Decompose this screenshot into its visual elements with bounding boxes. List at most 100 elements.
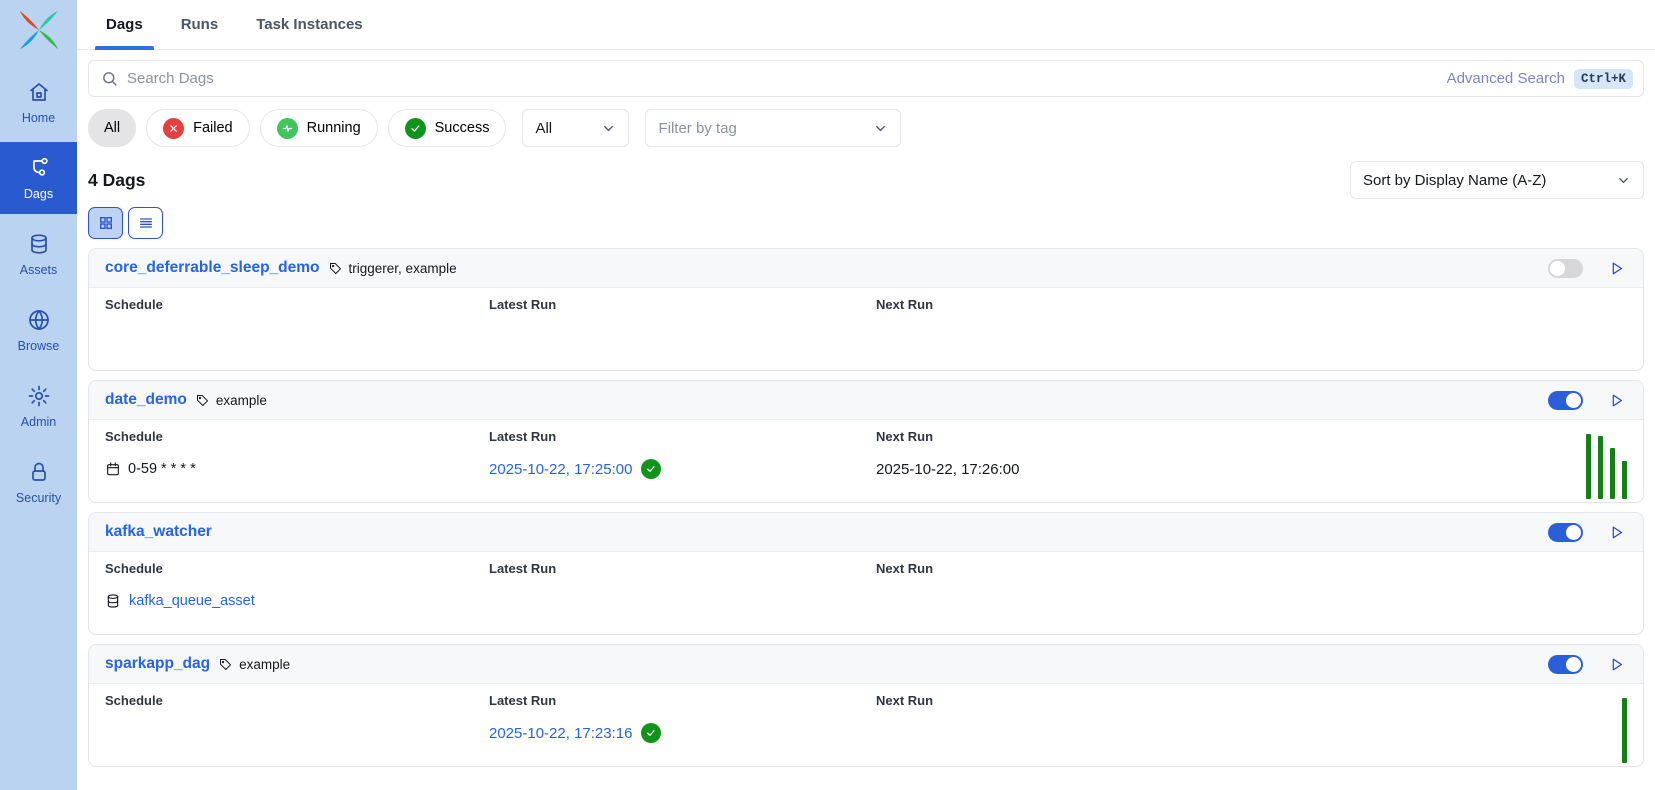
trigger-dag-button[interactable] [1605, 521, 1627, 543]
filter-pill-all[interactable]: All [88, 109, 136, 147]
toggle-knob [1566, 525, 1581, 540]
trigger-dag-button[interactable] [1605, 257, 1627, 279]
schedule-value: 0-59 * * * * [105, 458, 489, 480]
dags-icon [27, 156, 51, 180]
tab-task-instances[interactable]: Task Instances [245, 0, 373, 50]
next-run-column-header: Next Run [876, 429, 1627, 444]
schedule-column-header: Schedule [105, 429, 489, 444]
run-bar[interactable] [1598, 436, 1603, 499]
sort-select-value: Sort by Display Name (A-Z) [1363, 172, 1546, 189]
schedule-column-header: Schedule [105, 561, 489, 576]
schedule-column-header: Schedule [105, 693, 489, 708]
next-run-value [876, 326, 1627, 348]
hotkey-badge: Ctrl+K [1574, 69, 1633, 89]
dag-name-link[interactable]: sparkapp_dag [105, 655, 210, 673]
trigger-dag-button[interactable] [1605, 389, 1627, 411]
dag-pause-toggle[interactable] [1548, 259, 1583, 278]
table-view-button[interactable] [128, 207, 163, 239]
latest-run-value [489, 326, 876, 348]
sort-select[interactable]: Sort by Display Name (A-Z) [1350, 161, 1644, 199]
tab-runs[interactable]: Runs [170, 0, 230, 50]
calendar-icon [105, 461, 121, 477]
trigger-dag-button[interactable] [1605, 653, 1627, 675]
search-bar: Advanced Search Ctrl+K [88, 60, 1644, 97]
run-bar[interactable] [1622, 461, 1627, 499]
tag-icon [328, 261, 343, 276]
success-status-icon [405, 118, 426, 139]
run-bar[interactable] [1586, 434, 1591, 499]
sidebar-item-browse[interactable]: Browse [0, 294, 77, 366]
advanced-search-link[interactable]: Advanced Search [1447, 70, 1565, 87]
state-pills: All Failed Running Success [88, 109, 506, 147]
card-view-button[interactable] [88, 207, 123, 239]
schedule-asset-link[interactable]: kafka_queue_asset [129, 593, 255, 609]
dag-card: kafka_watcherScheduleLatest RunNext Runk… [88, 512, 1644, 635]
schedule-cron: 0-59 * * * * [128, 461, 196, 477]
tag-filter-select[interactable]: Filter by tag [645, 109, 901, 147]
sidebar-item-dags[interactable]: Dags [0, 142, 77, 214]
dag-name-link[interactable]: date_demo [105, 391, 187, 409]
latest-run-column-header: Latest Run [489, 297, 876, 312]
latest-run-value [489, 590, 876, 612]
sidebar: Home Dags Assets Browse Admin Security [0, 0, 77, 790]
next-run-column-header: Next Run [876, 297, 1627, 312]
sidebar-item-label: Home [22, 111, 55, 125]
view-toggles [88, 207, 1644, 239]
admin-icon [27, 384, 51, 408]
filter-pill-failed[interactable]: Failed [146, 109, 250, 147]
dag-name-link[interactable]: kafka_watcher [105, 523, 212, 541]
latest-run-value: 2025-10-22, 17:23:16 [489, 722, 876, 744]
tab-dags[interactable]: Dags [95, 0, 154, 50]
success-check-icon [641, 723, 661, 743]
toggle-knob [1550, 261, 1565, 276]
search-input[interactable] [127, 70, 1438, 87]
dag-pause-toggle[interactable] [1548, 655, 1583, 674]
next-run-value [876, 722, 1627, 744]
toggle-knob [1566, 393, 1581, 408]
play-icon [1608, 524, 1625, 541]
dag-card-body: ScheduleLatest RunNext Run0-59 * * * *20… [89, 420, 1643, 502]
sidebar-item-assets[interactable]: Assets [0, 218, 77, 290]
schedule-value [105, 326, 489, 348]
run-bar[interactable] [1610, 448, 1615, 499]
sidebar-item-label: Security [16, 491, 61, 505]
sidebar-item-home[interactable]: Home [0, 66, 77, 138]
dag-pause-toggle[interactable] [1548, 391, 1583, 410]
sidebar-item-label: Dags [24, 187, 53, 201]
state-select[interactable]: All [522, 109, 629, 147]
next-run-value [876, 590, 1627, 612]
latest-run-column-header: Latest Run [489, 693, 876, 708]
chevron-down-icon [873, 121, 888, 136]
filter-pill-label: Failed [193, 120, 233, 136]
browse-icon [27, 308, 51, 332]
filter-row: All Failed Running Success All Filter by ta… [88, 109, 1644, 147]
latest-run-link[interactable]: 2025-10-22, 17:25:00 [489, 461, 632, 478]
dag-pause-toggle[interactable] [1548, 523, 1583, 542]
main-content: Dags Runs Task Instances Advanced Search C… [77, 0, 1655, 790]
failed-status-icon [163, 118, 184, 139]
run-bar[interactable] [1622, 698, 1627, 763]
chevron-down-icon [601, 121, 616, 136]
dag-tags-label: example [216, 393, 267, 408]
sidebar-item-label: Assets [20, 263, 58, 277]
dag-card: sparkapp_dagexampleScheduleLatest RunNex… [88, 644, 1644, 767]
sidebar-item-security[interactable]: Security [0, 446, 77, 518]
latest-run-link[interactable]: 2025-10-22, 17:23:16 [489, 725, 632, 742]
sidebar-item-admin[interactable]: Admin [0, 370, 77, 442]
dag-tags: example [218, 657, 290, 672]
state-select-value: All [535, 120, 552, 137]
recent-runs-chart [1586, 434, 1627, 499]
airflow-logo-icon [17, 8, 61, 52]
sidebar-item-label: Browse [18, 339, 60, 353]
latest-run-value: 2025-10-22, 17:25:00 [489, 458, 876, 480]
filter-pill-success[interactable]: Success [388, 109, 507, 147]
schedule-column-header: Schedule [105, 297, 489, 312]
toggle-knob [1566, 657, 1581, 672]
app-root: Home Dags Assets Browse Admin Security Dags Ru… [0, 0, 1655, 790]
dag-count: 4 Dags [88, 170, 145, 191]
dag-tags: example [195, 393, 267, 408]
dag-name-link[interactable]: core_deferrable_sleep_demo [105, 259, 320, 277]
dag-tags: triggerer, example [328, 261, 457, 276]
list-view-icon [138, 215, 154, 231]
filter-pill-running[interactable]: Running [260, 109, 378, 147]
